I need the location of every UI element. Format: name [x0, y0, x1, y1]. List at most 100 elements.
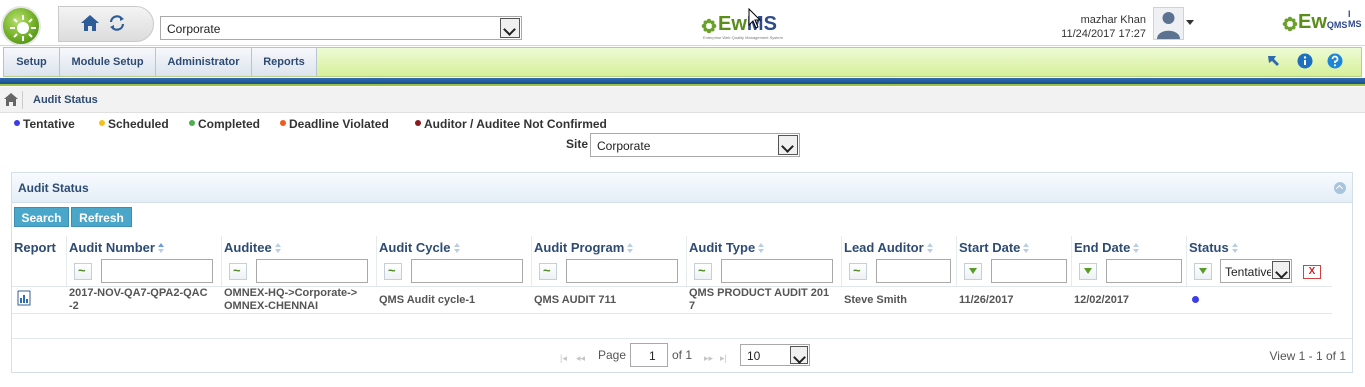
help-icon[interactable] [1327, 53, 1343, 69]
audit-cycle-filter-input[interactable] [411, 259, 523, 283]
flower-icon [1282, 16, 1298, 32]
filter-operator-button[interactable] [1194, 263, 1212, 280]
avatar[interactable] [1153, 7, 1184, 40]
sort-icon[interactable] [926, 243, 933, 253]
site-select-top[interactable]: Corporate [160, 16, 522, 40]
sort-icon[interactable] [453, 243, 460, 253]
legend-dot [189, 120, 195, 126]
sort-icon[interactable] [758, 243, 765, 253]
chevron-down-icon[interactable] [778, 135, 798, 155]
header-accent-line [0, 84, 1365, 86]
legend-label: Scheduled [108, 117, 169, 131]
chevron-down-icon[interactable] [790, 346, 808, 364]
cell-audit-cycle: QMS Audit cycle-1 [379, 294, 476, 306]
column-header-label: Lead Auditor [844, 240, 924, 255]
cell-line: 2017-NOV-QA7-QPA2-QAC [69, 287, 208, 299]
sort-icon[interactable] [627, 243, 634, 253]
last-page-icon[interactable]: ▸| [720, 353, 727, 364]
column-header-audit-program[interactable]: Audit Program [534, 240, 634, 255]
contains-filter-icon: ~ [543, 263, 551, 278]
legend-dot [415, 120, 421, 126]
home-icon[interactable] [80, 14, 100, 32]
filter-operator-button[interactable]: ~ [229, 263, 247, 280]
filter-operator-button[interactable] [1079, 263, 1097, 280]
column-header-status[interactable]: Status [1189, 240, 1238, 255]
menu-setup[interactable]: Setup [4, 48, 60, 76]
audit-type-filter-input[interactable] [721, 259, 833, 283]
column-divider [1186, 236, 1187, 286]
filter-operator-button[interactable]: ~ [849, 263, 867, 280]
page-count-label: of 1 [672, 348, 693, 362]
menu-module-setup[interactable]: Module Setup [60, 48, 156, 76]
prev-page-icon[interactable]: ◂◂ [576, 353, 585, 364]
filter-operator-button[interactable] [964, 263, 982, 280]
app-logo[interactable] [1, 6, 41, 46]
cell-audit-number[interactable]: 2017-NOV-QA7-QPA2-QAC -2 [69, 287, 208, 313]
site-select[interactable]: Corporate [590, 133, 800, 157]
next-page-icon[interactable]: ▸▸ [704, 353, 713, 364]
filter-operator-button[interactable]: ~ [74, 263, 92, 280]
column-header-end-date[interactable]: End Date [1074, 240, 1140, 255]
rows-per-page-select[interactable]: 10 [740, 344, 810, 366]
sort-icon[interactable] [1133, 243, 1140, 253]
pin-icon[interactable] [1266, 53, 1282, 69]
filter-operator-button[interactable]: ~ [694, 263, 712, 280]
column-header-start-date[interactable]: Start Date [959, 240, 1030, 255]
column-header-audit-cycle[interactable]: Audit Cycle [379, 240, 460, 255]
page-label: Page [598, 348, 627, 362]
chevron-down-icon[interactable] [1272, 261, 1290, 279]
end-date-filter-input[interactable] [1106, 259, 1182, 283]
column-header-auditee[interactable]: Auditee [224, 240, 281, 255]
user-icon [1157, 12, 1180, 39]
cell-audit-type: QMS PRODUCT AUDIT 201 7 [689, 287, 829, 313]
row-separator [12, 313, 1332, 314]
column-header-label: Audit Cycle [379, 240, 451, 255]
panel-header: Audit Status [12, 173, 1352, 203]
search-button[interactable]: Search [14, 207, 69, 227]
contains-filter-icon: ~ [233, 263, 241, 278]
breadcrumb-home-icon[interactable] [4, 93, 18, 106]
legend-dot [99, 120, 105, 126]
sun-icon [10, 15, 36, 41]
audit-number-filter-input[interactable] [101, 259, 213, 283]
quick-nav [58, 6, 154, 42]
audit-program-filter-input[interactable] [566, 259, 678, 283]
info-icon[interactable] [1297, 53, 1313, 69]
sort-icon[interactable] [157, 243, 164, 253]
first-page-icon[interactable]: |◂ [560, 353, 567, 364]
column-divider [531, 236, 532, 286]
user-menu-caret-icon[interactable] [1186, 20, 1194, 25]
column-header-audit-number[interactable]: Audit Number [69, 240, 164, 255]
legend-deadline-violated: Deadline Violated [280, 117, 389, 131]
column-header-lead-auditor[interactable]: Lead Auditor [844, 240, 933, 255]
clear-filter-button[interactable]: X [1303, 265, 1321, 279]
sort-icon[interactable] [1231, 243, 1238, 253]
lead-auditor-filter-input[interactable] [876, 259, 951, 283]
menu-administrator[interactable]: Administrator [156, 48, 252, 76]
records-summary: View 1 - 1 of 1 [1269, 349, 1347, 363]
page-number-input[interactable]: 1 [630, 343, 668, 367]
refresh-button[interactable]: Refresh [71, 207, 132, 227]
chevron-down-icon[interactable] [500, 18, 520, 38]
legend-label: Completed [198, 117, 261, 131]
status-dot-tentative [1192, 296, 1199, 303]
collapse-icon[interactable] [1334, 182, 1346, 194]
start-date-filter-input[interactable] [991, 259, 1067, 283]
contains-filter-icon: ~ [388, 263, 396, 278]
column-header-label: Audit Number [69, 240, 155, 255]
refresh-icon[interactable] [108, 14, 126, 32]
sort-icon[interactable] [274, 243, 281, 253]
auditee-filter-input[interactable] [256, 259, 368, 283]
sort-icon[interactable] [1023, 243, 1030, 253]
page-number-value: 1 [649, 349, 656, 363]
report-icon[interactable] [17, 290, 31, 306]
filter-operator-button[interactable]: ~ [539, 263, 557, 280]
column-divider [221, 236, 222, 286]
column-header-audit-type[interactable]: Audit Type [689, 240, 765, 255]
filter-operator-button[interactable]: ~ [384, 263, 402, 280]
status-filter-select[interactable]: Tentative [1220, 259, 1292, 283]
brand-logo: EwQMS I MS [1280, 9, 1362, 37]
menu-reports[interactable]: Reports [252, 48, 317, 76]
center-logo-tagline: Enterprise Web Quality Management System [703, 35, 783, 40]
cell-audit-program: QMS AUDIT 711 [534, 294, 617, 306]
